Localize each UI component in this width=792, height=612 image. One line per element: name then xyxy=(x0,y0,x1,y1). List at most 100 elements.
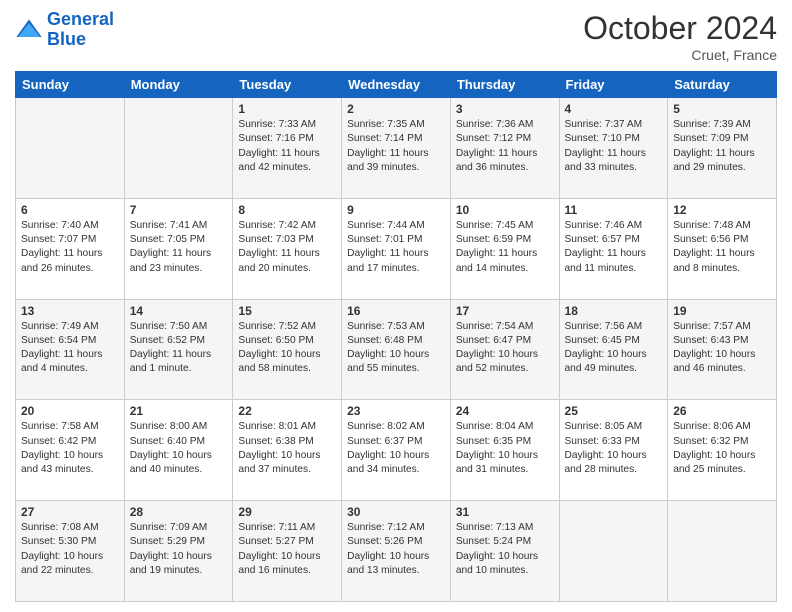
cell-info: Sunrise: 7:11 AMSunset: 5:27 PMDaylight:… xyxy=(238,521,336,578)
cell-info: Sunrise: 7:57 AMSunset: 6:43 PMDaylight:… xyxy=(673,320,771,377)
week-row-4: 27Sunrise: 7:08 AMSunset: 5:30 PMDayligh… xyxy=(16,501,777,602)
day-cell: 4 Sunrise: 7:37 AMSunset: 7:10 PMDaylight… xyxy=(559,98,668,199)
day-cell: 21 Sunrise: 8:00 AMSunset: 6:40 PMDayligh… xyxy=(124,400,233,501)
day-cell: 7 Sunrise: 7:41 AMSunset: 7:05 PMDaylight… xyxy=(124,198,233,299)
day-cell: 11 Sunrise: 7:46 AMSunset: 6:57 PMDayligh… xyxy=(559,198,668,299)
day-number: 21 xyxy=(130,404,228,418)
day-number: 5 xyxy=(673,102,771,116)
day-cell: 31 Sunrise: 7:13 AMSunset: 5:24 PMDayligh… xyxy=(450,501,559,602)
cell-info: Sunrise: 7:41 AMSunset: 7:05 PMDaylight:… xyxy=(130,219,228,276)
week-row-2: 13Sunrise: 7:49 AMSunset: 6:54 PMDayligh… xyxy=(16,299,777,400)
day-cell: 27Sunrise: 7:08 AMSunset: 5:30 PMDayligh… xyxy=(16,501,125,602)
day-cell: 8Sunrise: 7:42 AMSunset: 7:03 PMDaylight… xyxy=(233,198,342,299)
day-cell: 26Sunrise: 8:06 AMSunset: 6:32 PMDayligh… xyxy=(668,400,777,501)
day-number: 10 xyxy=(456,203,554,217)
day-number: 2 xyxy=(347,102,445,116)
day-number: 22 xyxy=(238,404,336,418)
day-number: 4 xyxy=(565,102,663,116)
day-number: 13 xyxy=(21,304,119,318)
day-cell: 22Sunrise: 8:01 AMSunset: 6:38 PMDayligh… xyxy=(233,400,342,501)
day-cell: 10 Sunrise: 7:45 AMSunset: 6:59 PMDayligh… xyxy=(450,198,559,299)
day-number: 11 xyxy=(565,203,663,217)
cell-info: Sunrise: 7:44 AMSunset: 7:01 PMDaylight:… xyxy=(347,219,445,276)
week-row-0: 1Sunrise: 7:33 AMSunset: 7:16 PMDaylight… xyxy=(16,98,777,199)
cell-info: Sunrise: 7:53 AMSunset: 6:48 PMDaylight:… xyxy=(347,320,445,377)
cell-info: Sunrise: 8:00 AMSunset: 6:40 PMDaylight:… xyxy=(130,420,228,477)
day-number: 31 xyxy=(456,505,554,519)
day-cell: 19 Sunrise: 7:57 AMSunset: 6:43 PMDayligh… xyxy=(668,299,777,400)
day-cell: 15Sunrise: 7:52 AMSunset: 6:50 PMDayligh… xyxy=(233,299,342,400)
col-monday: Monday xyxy=(124,72,233,98)
day-cell: 17Sunrise: 7:54 AMSunset: 6:47 PMDayligh… xyxy=(450,299,559,400)
day-number: 27 xyxy=(21,505,119,519)
cell-info: Sunrise: 8:04 AMSunset: 6:35 PMDaylight:… xyxy=(456,420,554,477)
day-number: 28 xyxy=(130,505,228,519)
day-number: 23 xyxy=(347,404,445,418)
day-cell xyxy=(16,98,125,199)
cell-info: Sunrise: 7:39 AMSunset: 7:09 PMDaylight:… xyxy=(673,118,771,175)
day-number: 18 xyxy=(565,304,663,318)
day-cell xyxy=(559,501,668,602)
location: Cruet, France xyxy=(583,47,777,63)
day-cell: 9 Sunrise: 7:44 AMSunset: 7:01 PMDaylight… xyxy=(342,198,451,299)
day-number: 8 xyxy=(238,203,336,217)
month-title: October 2024 xyxy=(583,10,777,47)
day-cell: 3 Sunrise: 7:36 AMSunset: 7:12 PMDaylight… xyxy=(450,98,559,199)
cell-info: Sunrise: 7:12 AMSunset: 5:26 PMDaylight:… xyxy=(347,521,445,578)
logo-icon xyxy=(15,16,43,44)
cell-info: Sunrise: 7:13 AMSunset: 5:24 PMDaylight:… xyxy=(456,521,554,578)
day-number: 19 xyxy=(673,304,771,318)
day-number: 16 xyxy=(347,304,445,318)
day-cell: 29Sunrise: 7:11 AMSunset: 5:27 PMDayligh… xyxy=(233,501,342,602)
col-wednesday: Wednesday xyxy=(342,72,451,98)
cell-info: Sunrise: 7:46 AMSunset: 6:57 PMDaylight:… xyxy=(565,219,663,276)
cell-info: Sunrise: 7:56 AMSunset: 6:45 PMDaylight:… xyxy=(565,320,663,377)
col-thursday: Thursday xyxy=(450,72,559,98)
calendar-body: 1Sunrise: 7:33 AMSunset: 7:16 PMDaylight… xyxy=(16,98,777,602)
day-number: 1 xyxy=(238,102,336,116)
day-number: 6 xyxy=(21,203,119,217)
day-number: 7 xyxy=(130,203,228,217)
day-number: 9 xyxy=(347,203,445,217)
day-cell: 2Sunrise: 7:35 AMSunset: 7:14 PMDaylight… xyxy=(342,98,451,199)
cell-info: Sunrise: 7:45 AMSunset: 6:59 PMDaylight:… xyxy=(456,219,554,276)
cell-info: Sunrise: 7:36 AMSunset: 7:12 PMDaylight:… xyxy=(456,118,554,175)
title-block: October 2024 Cruet, France xyxy=(583,10,777,63)
day-cell: 30 Sunrise: 7:12 AMSunset: 5:26 PMDayligh… xyxy=(342,501,451,602)
cell-info: Sunrise: 7:40 AMSunset: 7:07 PMDaylight:… xyxy=(21,219,119,276)
day-cell xyxy=(124,98,233,199)
col-sunday: Sunday xyxy=(16,72,125,98)
cell-info: Sunrise: 7:37 AMSunset: 7:10 PMDaylight:… xyxy=(565,118,663,175)
day-number: 14 xyxy=(130,304,228,318)
day-cell: 23 Sunrise: 8:02 AMSunset: 6:37 PMDayligh… xyxy=(342,400,451,501)
calendar-table: Sunday Monday Tuesday Wednesday Thursday… xyxy=(15,71,777,602)
cell-info: Sunrise: 7:58 AMSunset: 6:42 PMDaylight:… xyxy=(21,420,119,477)
cell-info: Sunrise: 7:50 AMSunset: 6:52 PMDaylight:… xyxy=(130,320,228,377)
day-cell: 16 Sunrise: 7:53 AMSunset: 6:48 PMDayligh… xyxy=(342,299,451,400)
day-cell: 24Sunrise: 8:04 AMSunset: 6:35 PMDayligh… xyxy=(450,400,559,501)
col-tuesday: Tuesday xyxy=(233,72,342,98)
cell-info: Sunrise: 7:48 AMSunset: 6:56 PMDaylight:… xyxy=(673,219,771,276)
cell-info: Sunrise: 7:09 AMSunset: 5:29 PMDaylight:… xyxy=(130,521,228,578)
day-cell: 25 Sunrise: 8:05 AMSunset: 6:33 PMDayligh… xyxy=(559,400,668,501)
day-number: 3 xyxy=(456,102,554,116)
day-cell: 18 Sunrise: 7:56 AMSunset: 6:45 PMDayligh… xyxy=(559,299,668,400)
day-cell: 6 Sunrise: 7:40 AMSunset: 7:07 PMDaylight… xyxy=(16,198,125,299)
cell-info: Sunrise: 8:06 AMSunset: 6:32 PMDaylight:… xyxy=(673,420,771,477)
logo: General Blue xyxy=(15,10,114,50)
logo-general: General xyxy=(47,9,114,29)
week-row-1: 6 Sunrise: 7:40 AMSunset: 7:07 PMDaylight… xyxy=(16,198,777,299)
week-row-3: 20Sunrise: 7:58 AMSunset: 6:42 PMDayligh… xyxy=(16,400,777,501)
header: General Blue October 2024 Cruet, France xyxy=(15,10,777,63)
cell-info: Sunrise: 8:05 AMSunset: 6:33 PMDaylight:… xyxy=(565,420,663,477)
cell-info: Sunrise: 8:02 AMSunset: 6:37 PMDaylight:… xyxy=(347,420,445,477)
day-cell xyxy=(668,501,777,602)
day-cell: 5 Sunrise: 7:39 AMSunset: 7:09 PMDaylight… xyxy=(668,98,777,199)
day-number: 17 xyxy=(456,304,554,318)
day-number: 25 xyxy=(565,404,663,418)
col-saturday: Saturday xyxy=(668,72,777,98)
logo-text: General Blue xyxy=(47,10,114,50)
day-number: 30 xyxy=(347,505,445,519)
day-cell: 12Sunrise: 7:48 AMSunset: 6:56 PMDayligh… xyxy=(668,198,777,299)
day-cell: 1Sunrise: 7:33 AMSunset: 7:16 PMDaylight… xyxy=(233,98,342,199)
